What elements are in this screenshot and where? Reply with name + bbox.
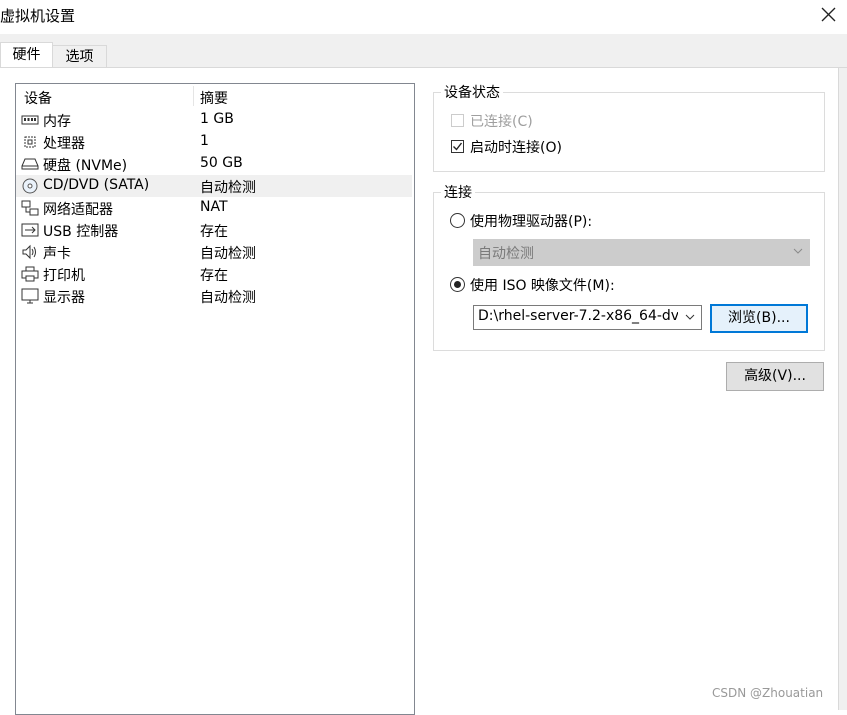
network-adapter-icon xyxy=(21,200,39,216)
chevron-down-icon xyxy=(685,314,695,320)
connected-label: 已连接(C) xyxy=(470,114,533,130)
device-summary: 存在 xyxy=(200,268,228,284)
device-summary: 1 GB xyxy=(200,111,234,127)
physical-drive-radio[interactable] xyxy=(450,213,465,228)
device-row-usb[interactable]: USB 控制器 存在 xyxy=(16,219,412,241)
physical-drive-select[interactable]: 自动检测 xyxy=(473,239,810,266)
tab-content: 设备 摘要 内存 1 GB 处理器 1 硬盘 (NVMe) 50 GB CD/D… xyxy=(0,67,847,715)
device-row-printer[interactable]: 打印机 存在 xyxy=(16,263,412,285)
usb-icon xyxy=(21,223,39,237)
device-row-processor[interactable]: 处理器 1 xyxy=(16,131,412,153)
device-row-hard-disk[interactable]: 硬盘 (NVMe) 50 GB xyxy=(16,153,412,175)
device-name: 显示器 xyxy=(43,290,85,306)
device-summary: 自动检测 xyxy=(200,290,256,306)
iso-image-label: 使用 ISO 映像文件(M): xyxy=(470,278,615,294)
tab-options[interactable]: 选项 xyxy=(53,45,107,69)
device-row-display[interactable]: 显示器 自动检测 xyxy=(16,285,412,307)
iso-path-value: D:\rhel-server-7.2-x86_64-dvd xyxy=(478,308,678,324)
connect-at-power-on-checkbox[interactable] xyxy=(451,140,464,153)
column-header-summary[interactable]: 摘要 xyxy=(200,88,228,108)
device-name: 内存 xyxy=(43,114,71,130)
printer-icon xyxy=(21,266,39,282)
device-summary: 50 GB xyxy=(200,155,243,171)
advanced-button[interactable]: 高级(V)... xyxy=(726,362,824,391)
column-divider[interactable] xyxy=(193,86,194,106)
device-name: 打印机 xyxy=(43,268,85,284)
close-button[interactable] xyxy=(812,0,846,30)
device-status-title: 设备状态 xyxy=(441,82,503,102)
memory-icon xyxy=(21,115,39,125)
radio-selected-dot xyxy=(454,281,461,288)
title-bar: 虚拟机设置 xyxy=(0,0,847,34)
device-summary: NAT xyxy=(200,199,228,215)
iso-path-combobox[interactable]: D:\rhel-server-7.2-x86_64-dvd xyxy=(473,305,702,330)
chevron-down-icon xyxy=(793,248,803,254)
connection-title: 连接 xyxy=(441,182,475,202)
connection-group: 连接 使用物理驱动器(P): 自动检测 使用 ISO 映像文件(M): D:\r… xyxy=(433,182,825,351)
watermark: CSDN @Zhouatian xyxy=(712,686,824,700)
display-icon xyxy=(21,288,39,304)
connected-checkbox[interactable] xyxy=(451,114,464,127)
checkmark-icon xyxy=(453,142,463,151)
cd-dvd-icon xyxy=(22,178,38,194)
tab-hardware[interactable]: 硬件 xyxy=(0,42,53,69)
device-name: CD/DVD (SATA) xyxy=(43,177,150,193)
list-header: 设备 摘要 xyxy=(16,84,414,108)
device-summary: 自动检测 xyxy=(200,246,256,262)
device-status-group: 设备状态 已连接(C) 启动时连接(O) xyxy=(433,82,825,172)
device-summary: 存在 xyxy=(200,224,228,240)
device-list: 设备 摘要 内存 1 GB 处理器 1 硬盘 (NVMe) 50 GB CD/D… xyxy=(15,83,415,715)
browse-button[interactable]: 浏览(B)... xyxy=(710,304,808,333)
device-row-memory[interactable]: 内存 1 GB xyxy=(16,109,412,131)
device-name: 硬盘 (NVMe) xyxy=(43,158,128,174)
hard-disk-icon xyxy=(21,158,39,170)
iso-image-radio[interactable] xyxy=(450,277,465,292)
window-edge xyxy=(838,68,847,710)
window-title: 虚拟机设置 xyxy=(0,7,76,25)
tab-bar: 硬件 选项 xyxy=(0,34,847,69)
device-summary: 1 xyxy=(200,133,209,149)
device-name: USB 控制器 xyxy=(43,224,119,240)
device-name: 网络适配器 xyxy=(43,202,113,218)
column-header-device[interactable]: 设备 xyxy=(24,88,52,108)
close-icon xyxy=(821,7,836,22)
physical-drive-value: 自动检测 xyxy=(478,246,534,262)
device-row-cd-dvd[interactable]: CD/DVD (SATA) 自动检测 xyxy=(16,175,412,197)
connect-at-power-on-label: 启动时连接(O) xyxy=(470,140,562,156)
device-row-network-adapter[interactable]: 网络适配器 NAT xyxy=(16,197,412,219)
physical-drive-label: 使用物理驱动器(P): xyxy=(470,214,593,230)
device-summary: 自动检测 xyxy=(200,180,256,196)
device-row-sound-card[interactable]: 声卡 自动检测 xyxy=(16,241,412,263)
device-name: 处理器 xyxy=(43,136,85,152)
sound-icon xyxy=(22,244,36,260)
device-name: 声卡 xyxy=(43,246,71,262)
processor-icon xyxy=(24,136,36,148)
